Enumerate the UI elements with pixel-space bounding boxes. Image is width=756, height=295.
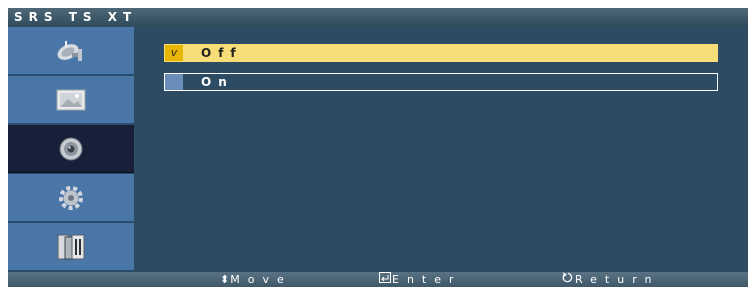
sidebar-item-input[interactable] (8, 27, 134, 75)
enter-icon (379, 272, 391, 287)
sidebar (8, 27, 134, 272)
return-label: Return (575, 273, 660, 286)
options-panel: v Off On (134, 27, 748, 272)
option-off-label: Off (201, 46, 243, 60)
check-icon: v (165, 45, 183, 61)
option-on[interactable]: On (164, 73, 718, 91)
satellite-dish-icon (57, 40, 82, 61)
option-on-label: On (201, 75, 234, 89)
picture-icon (56, 89, 86, 110)
move-hint: ⬍ Move (220, 272, 292, 287)
sidebar-item-picture[interactable] (8, 76, 134, 124)
speaker-icon (59, 137, 83, 160)
title-bar: SRS TS XT (8, 8, 748, 27)
sidebar-item-sound[interactable] (8, 125, 134, 173)
multi-screen-icon (57, 234, 85, 259)
sidebar-item-setup[interactable] (8, 174, 134, 222)
return-hint: Return (562, 272, 660, 287)
return-icon (562, 272, 574, 287)
enter-label: Enter (392, 273, 462, 286)
gear-icon (59, 185, 83, 210)
menu-title: SRS TS XT (14, 10, 138, 24)
footer-hints: ⬍ Move Enter Return (8, 272, 748, 287)
enter-hint: Enter (379, 272, 462, 287)
move-label: Move (230, 273, 292, 286)
move-icon: ⬍ (220, 273, 230, 286)
osd-menu: SRS TS XT v Off On ⬍ Move Enter Return (8, 8, 748, 287)
option-off[interactable]: v Off (164, 44, 718, 62)
sidebar-item-multi-control[interactable] (8, 223, 134, 271)
option-indicator (165, 74, 183, 90)
